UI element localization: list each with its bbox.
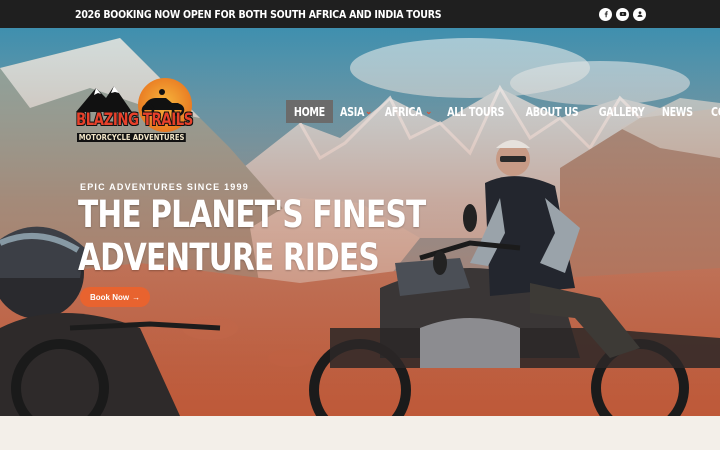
user-icon[interactable] — [633, 7, 646, 21]
main-nav: HOME ASIA ⌄ AFRICA ⌄ ALL TOURS ABOUT US GA… — [286, 100, 720, 123]
logo-subtitle: MOTORCYCLE ADVENTURES — [77, 133, 187, 142]
book-now-button[interactable]: Book Now → — [80, 287, 151, 307]
logo-title: BLAZING TRAILS — [76, 110, 193, 130]
nav-item-contact[interactable]: CONTACT — [701, 100, 720, 123]
chevron-down-icon: ⌄ — [424, 106, 433, 117]
youtube-icon[interactable] — [616, 7, 629, 21]
content-section — [0, 416, 720, 450]
book-now-label: Book Now — [90, 292, 130, 302]
nav-item-label: NEWS — [662, 104, 693, 119]
nav-item-label: AFRICA — [384, 104, 423, 119]
announcement-bar: 2026 BOOKING NOW OPEN FOR BOTH SOUTH AFR… — [0, 0, 720, 28]
nav-item-africa[interactable]: AFRICA ⌄ — [376, 100, 436, 123]
nav-item-about-us[interactable]: ABOUT US — [515, 100, 589, 123]
nav-item-news[interactable]: NEWS — [654, 100, 701, 123]
nav-item-gallery[interactable]: GALLERY — [589, 100, 654, 123]
social-links — [599, 7, 646, 21]
nav-item-label: GALLERY — [598, 104, 645, 119]
chevron-down-icon: ⌄ — [364, 106, 373, 117]
nav-item-home[interactable]: HOME — [286, 100, 333, 123]
hero-eyebrow: EPIC ADVENTURES SINCE 1999 — [80, 182, 249, 192]
site-logo[interactable]: BLAZING TRAILS MOTORCYCLE ADVENTURES — [74, 76, 193, 148]
nav-item-all-tours[interactable]: ALL TOURS — [436, 100, 515, 123]
arrow-right-icon: → — [132, 292, 141, 302]
hero-headline-line-1: THE PLANET'S FINEST — [78, 193, 426, 236]
announcement-text: 2026 BOOKING NOW OPEN FOR BOTH SOUTH AFR… — [75, 7, 442, 21]
facebook-icon[interactable] — [599, 7, 612, 21]
nav-item-label: CONTACT — [710, 104, 720, 119]
nav-item-label: ALL TOURS — [447, 104, 505, 119]
nav-item-label: HOME — [293, 104, 325, 119]
hero-headline-line-2: ADVENTURE RIDES — [78, 236, 380, 279]
nav-item-asia[interactable]: ASIA ⌄ — [333, 100, 376, 123]
nav-item-label: ASIA — [339, 104, 364, 119]
nav-item-label: ABOUT US — [525, 104, 579, 119]
hero-headline: THE PLANET'S FINEST ADVENTURE RIDES — [78, 193, 426, 279]
